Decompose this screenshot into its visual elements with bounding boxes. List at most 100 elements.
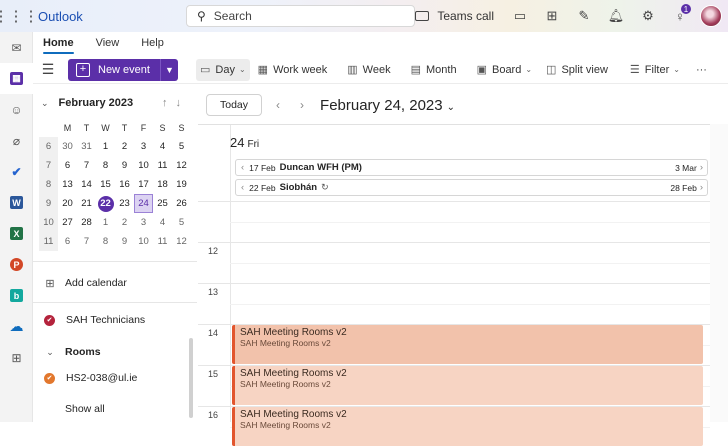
day-cell[interactable]: 1 <box>96 213 115 232</box>
day-cell[interactable]: 8 <box>96 232 115 251</box>
teams-icon[interactable]: ⊞ <box>536 0 568 32</box>
day-cell[interactable]: 19 <box>172 175 191 194</box>
search-box[interactable]: ⚲ Search <box>186 5 415 27</box>
tab-view[interactable]: View <box>96 32 120 54</box>
day-cell[interactable]: 4 <box>153 137 172 156</box>
day-cell[interactable]: 10 <box>134 156 153 175</box>
sidebar-scrollbar[interactable] <box>189 338 193 418</box>
mini-calendar-title[interactable]: February 2023 <box>59 97 134 109</box>
view-board-button[interactable]: ▣ Board ⌄ <box>473 59 536 81</box>
day-cell[interactable]: 27 <box>58 213 77 232</box>
day-cell[interactable]: 5 <box>172 137 191 156</box>
app-launcher-icon[interactable]: ⋮⋮⋮ <box>0 0 39 32</box>
day-cell[interactable]: 12 <box>172 156 191 175</box>
add-calendar-button[interactable]: ⊞ Add calendar <box>33 274 197 292</box>
day-cell[interactable]: 2 <box>115 137 134 156</box>
tips-icon[interactable]: ♀ 1 <box>664 0 696 32</box>
hour-slot[interactable]: 12 <box>198 242 710 283</box>
day-cell[interactable]: 8 <box>96 156 115 175</box>
powerpoint-icon[interactable]: P <box>0 249 33 280</box>
date-title[interactable]: February 24, 2023 ⌄ <box>320 97 455 114</box>
day-cell[interactable]: 7 <box>77 232 96 251</box>
day-cell[interactable]: 14 <box>77 175 96 194</box>
day-cell[interactable]: 9 <box>115 232 134 251</box>
day-cell[interactable]: 3 <box>134 137 153 156</box>
calendar-icon[interactable]: ▦ <box>0 63 33 94</box>
allday-event[interactable]: ‹ 22 Feb Siobhán ↻ 28 Feb › <box>235 179 708 196</box>
tab-help[interactable]: Help <box>141 32 164 54</box>
checkmark-icon[interactable]: ✔ <box>44 314 55 326</box>
day-cell[interactable]: 31 <box>77 137 96 156</box>
notes-icon[interactable]: ✎ <box>568 0 600 32</box>
filter-button[interactable]: ☰ Filter ⌄ <box>626 59 684 81</box>
word-icon[interactable]: W <box>0 187 33 218</box>
calendar-item-sah-technicians[interactable]: ✔ SAH Technicians <box>33 311 197 329</box>
mail-icon[interactable]: ✉ <box>0 32 33 63</box>
new-event-dropdown[interactable]: ▼ <box>159 58 178 81</box>
day-cell[interactable]: 4 <box>153 213 172 232</box>
show-all-link[interactable]: Show all <box>33 403 197 415</box>
day-cell[interactable]: 15 <box>96 175 115 194</box>
day-cell[interactable]: 9 <box>115 156 134 175</box>
bell-icon[interactable]: 🔔︎ <box>600 0 632 32</box>
day-cell[interactable]: 13 <box>58 175 77 194</box>
today-button[interactable]: Today <box>206 94 263 116</box>
day-cell[interactable]: 6 <box>58 232 77 251</box>
next-icon[interactable]: › <box>300 98 304 112</box>
calendar-item-hs2-038[interactable]: ✔ HS2-038@ul.ie <box>33 369 197 387</box>
day-cell[interactable]: 7 <box>77 156 96 175</box>
avatar[interactable] <box>700 5 722 27</box>
day-cell[interactable]: 11 <box>153 156 172 175</box>
group-rooms[interactable]: ⌄ Rooms <box>33 343 197 361</box>
day-cell[interactable]: 16 <box>115 175 134 194</box>
todo-icon[interactable]: ✔ <box>0 156 33 187</box>
view-workweek-button[interactable]: ▦ Work week <box>254 59 332 81</box>
allday-event[interactable]: ‹ 17 Feb Duncan WFH (PM) 3 Mar › <box>235 159 708 176</box>
tab-home[interactable]: Home <box>43 32 74 54</box>
view-week-button[interactable]: ▥ Week <box>343 59 394 81</box>
previous-icon[interactable]: ‹ <box>276 98 280 112</box>
new-event-button[interactable]: + New event <box>68 58 160 81</box>
more-apps-icon[interactable]: ⊞ <box>0 342 33 373</box>
hour-slot[interactable]: 13 <box>198 283 710 324</box>
calendar-scrollbar[interactable] <box>710 124 728 422</box>
attachment-icon[interactable]: ⌀ <box>0 125 33 156</box>
people-icon[interactable]: ☺ <box>0 94 33 125</box>
view-month-button[interactable]: ▤ Month <box>407 59 461 81</box>
calendar-event[interactable]: SAH Meeting Rooms v2 SAH Meeting Rooms v2 <box>232 366 703 405</box>
checkmark-icon[interactable]: ✔ <box>44 372 55 384</box>
day-cell[interactable]: 1 <box>96 137 115 156</box>
app-name[interactable]: Outlook <box>38 9 83 24</box>
bookings-icon[interactable]: b <box>0 280 33 311</box>
day-cell[interactable]: 24 <box>134 194 153 213</box>
day-cell[interactable]: 5 <box>172 213 191 232</box>
day-cell[interactable]: 20 <box>58 194 77 213</box>
calendar-event[interactable]: SAH Meeting Rooms v2 SAH Meeting Rooms v2 <box>232 407 703 446</box>
day-cell[interactable]: 22 <box>96 194 115 213</box>
onedrive-icon[interactable]: ☁ <box>0 311 33 342</box>
hour-slot[interactable] <box>198 201 710 242</box>
chat-icon[interactable]: ▭ <box>504 0 536 32</box>
day-cell[interactable]: 28 <box>77 213 96 232</box>
day-cell[interactable]: 25 <box>153 194 172 213</box>
day-cell[interactable]: 11 <box>153 232 172 251</box>
collapse-chevron-icon[interactable]: ⌄ <box>41 98 49 109</box>
excel-icon[interactable]: X <box>0 218 33 249</box>
day-cell[interactable]: 6 <box>58 156 77 175</box>
teams-call-button[interactable]: Teams call <box>415 9 494 23</box>
day-cell[interactable]: 23 <box>115 194 134 213</box>
day-cell[interactable]: 10 <box>134 232 153 251</box>
day-cell[interactable]: 2 <box>115 213 134 232</box>
day-cell[interactable]: 21 <box>77 194 96 213</box>
split-view-button[interactable]: ◫ Split view <box>542 59 612 81</box>
more-options-button[interactable]: ··· <box>692 59 711 81</box>
day-cell[interactable]: 30 <box>58 137 77 156</box>
view-day-button[interactable]: ▭ Day ⌄ <box>195 58 250 81</box>
day-cell[interactable]: 18 <box>153 175 172 194</box>
calendar-event[interactable]: SAH Meeting Rooms v2 SAH Meeting Rooms v2 <box>232 325 703 364</box>
hamburger-icon[interactable]: ☰ <box>33 61 63 78</box>
day-cell[interactable]: 3 <box>134 213 153 232</box>
day-cell[interactable]: 26 <box>172 194 191 213</box>
day-cell[interactable]: 12 <box>172 232 191 251</box>
gear-icon[interactable]: ⚙ <box>632 0 664 32</box>
